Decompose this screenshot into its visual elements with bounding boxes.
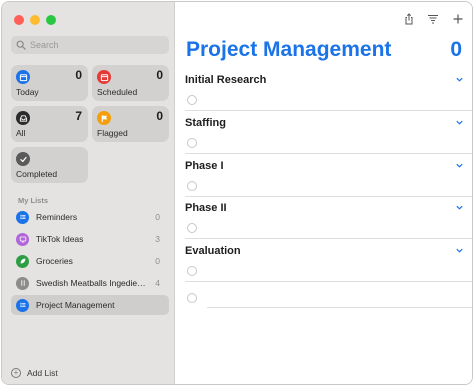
new-reminder-row[interactable]	[175, 288, 472, 308]
scheduled-count: 0	[156, 68, 163, 82]
divider	[207, 307, 472, 308]
section-title[interactable]: Initial Research	[185, 74, 266, 86]
zoom-window-button[interactable]	[46, 15, 56, 25]
sidebar-item-project-management[interactable]: Project Management	[11, 295, 169, 315]
list-count: 0	[155, 256, 160, 266]
list-icon	[16, 298, 29, 312]
section-phase-2: Phase II	[175, 197, 472, 239]
section-staffing: Staffing	[175, 112, 472, 154]
sidebar-item-swedish-meatballs[interactable]: Swedish Meatballs Ingedien... 4	[11, 273, 169, 293]
divider	[185, 110, 472, 111]
sidebar-item-groceries[interactable]: Groceries 0	[11, 251, 169, 271]
reminder-checkbox[interactable]	[187, 266, 197, 276]
chevron-down-icon[interactable]	[455, 75, 464, 84]
list-name: Project Management	[36, 300, 115, 310]
reminder-checkbox[interactable]	[187, 138, 197, 148]
list-name: TikTok Ideas	[36, 234, 84, 244]
section-title[interactable]: Phase I	[185, 160, 224, 172]
minimize-window-button[interactable]	[30, 15, 40, 25]
sidebar-item-reminders[interactable]: Reminders 0	[11, 207, 169, 227]
section-initial-research: Initial Research	[175, 69, 472, 111]
all-label: All	[16, 128, 26, 138]
list-name: Reminders	[36, 212, 78, 222]
add-reminder-button[interactable]	[450, 11, 466, 27]
section-title[interactable]: Phase II	[185, 202, 227, 214]
add-list-label: Add List	[27, 368, 58, 378]
close-window-button[interactable]	[14, 15, 24, 25]
list-name: Groceries	[36, 256, 73, 266]
add-circle-icon: +	[11, 368, 21, 378]
divider	[185, 281, 472, 282]
page-title: Project Management	[186, 38, 392, 61]
divider	[185, 153, 472, 154]
share-icon	[405, 13, 413, 25]
flag-icon	[97, 111, 111, 125]
list-options-icon	[428, 15, 438, 24]
smart-list-today[interactable]: 0 Today	[11, 65, 88, 101]
reminder-count: 0	[450, 38, 462, 61]
flagged-count: 0	[156, 109, 163, 123]
section-title[interactable]: Staffing	[185, 117, 226, 129]
section-title[interactable]: Evaluation	[185, 245, 241, 257]
chevron-down-icon[interactable]	[455, 161, 464, 170]
list-icon	[16, 210, 29, 224]
list-count: 4	[155, 278, 160, 288]
list-name: Swedish Meatballs Ingedien...	[36, 278, 148, 288]
today-count: 0	[75, 68, 82, 82]
section-phase-1: Phase I	[175, 155, 472, 197]
my-lists-header: My Lists	[18, 196, 49, 205]
chevron-down-icon[interactable]	[455, 246, 464, 255]
sort-button[interactable]	[425, 11, 441, 27]
smart-list-scheduled[interactable]: 0 Scheduled	[92, 65, 169, 101]
sidebar: 0 Today 0 Scheduled 7 All 0 Flagged	[2, 2, 175, 384]
calendar-icon	[97, 70, 111, 84]
search-input[interactable]	[30, 40, 160, 50]
scheduled-label: Scheduled	[97, 87, 138, 97]
add-list-button[interactable]: + Add List	[11, 368, 58, 378]
smart-list-completed[interactable]: Completed	[11, 147, 88, 183]
calendar-today-icon	[16, 70, 30, 84]
list-count: 0	[155, 212, 160, 222]
smart-list-flagged[interactable]: 0 Flagged	[92, 106, 169, 142]
smart-list-all[interactable]: 7 All	[11, 106, 88, 142]
plus-icon	[453, 14, 463, 24]
main-content: Project Management 0 Initial Research St…	[175, 2, 472, 384]
chevron-down-icon[interactable]	[455, 118, 464, 127]
chevron-down-icon[interactable]	[455, 203, 464, 212]
checkmark-icon	[16, 152, 30, 166]
section-evaluation: Evaluation	[175, 240, 472, 282]
reminder-checkbox[interactable]	[187, 181, 197, 191]
list-count: 3	[155, 234, 160, 244]
window-controls	[14, 15, 56, 25]
search-field[interactable]	[11, 36, 169, 54]
tray-icon	[16, 111, 30, 125]
reminders-window: 0 Today 0 Scheduled 7 All 0 Flagged	[1, 1, 473, 385]
leaf-icon	[16, 254, 29, 268]
reminder-checkbox[interactable]	[187, 95, 197, 105]
share-button[interactable]	[401, 11, 417, 27]
completed-label: Completed	[16, 169, 58, 179]
reminder-checkbox[interactable]	[187, 293, 197, 303]
divider	[185, 238, 472, 239]
sidebar-item-tiktok-ideas[interactable]: TikTok Ideas 3	[11, 229, 169, 249]
reminder-checkbox[interactable]	[187, 223, 197, 233]
utensils-icon	[16, 276, 29, 290]
all-count: 7	[75, 109, 82, 123]
today-label: Today	[16, 87, 39, 97]
flagged-label: Flagged	[97, 128, 128, 138]
tv-icon	[16, 232, 29, 246]
search-icon	[16, 40, 26, 50]
